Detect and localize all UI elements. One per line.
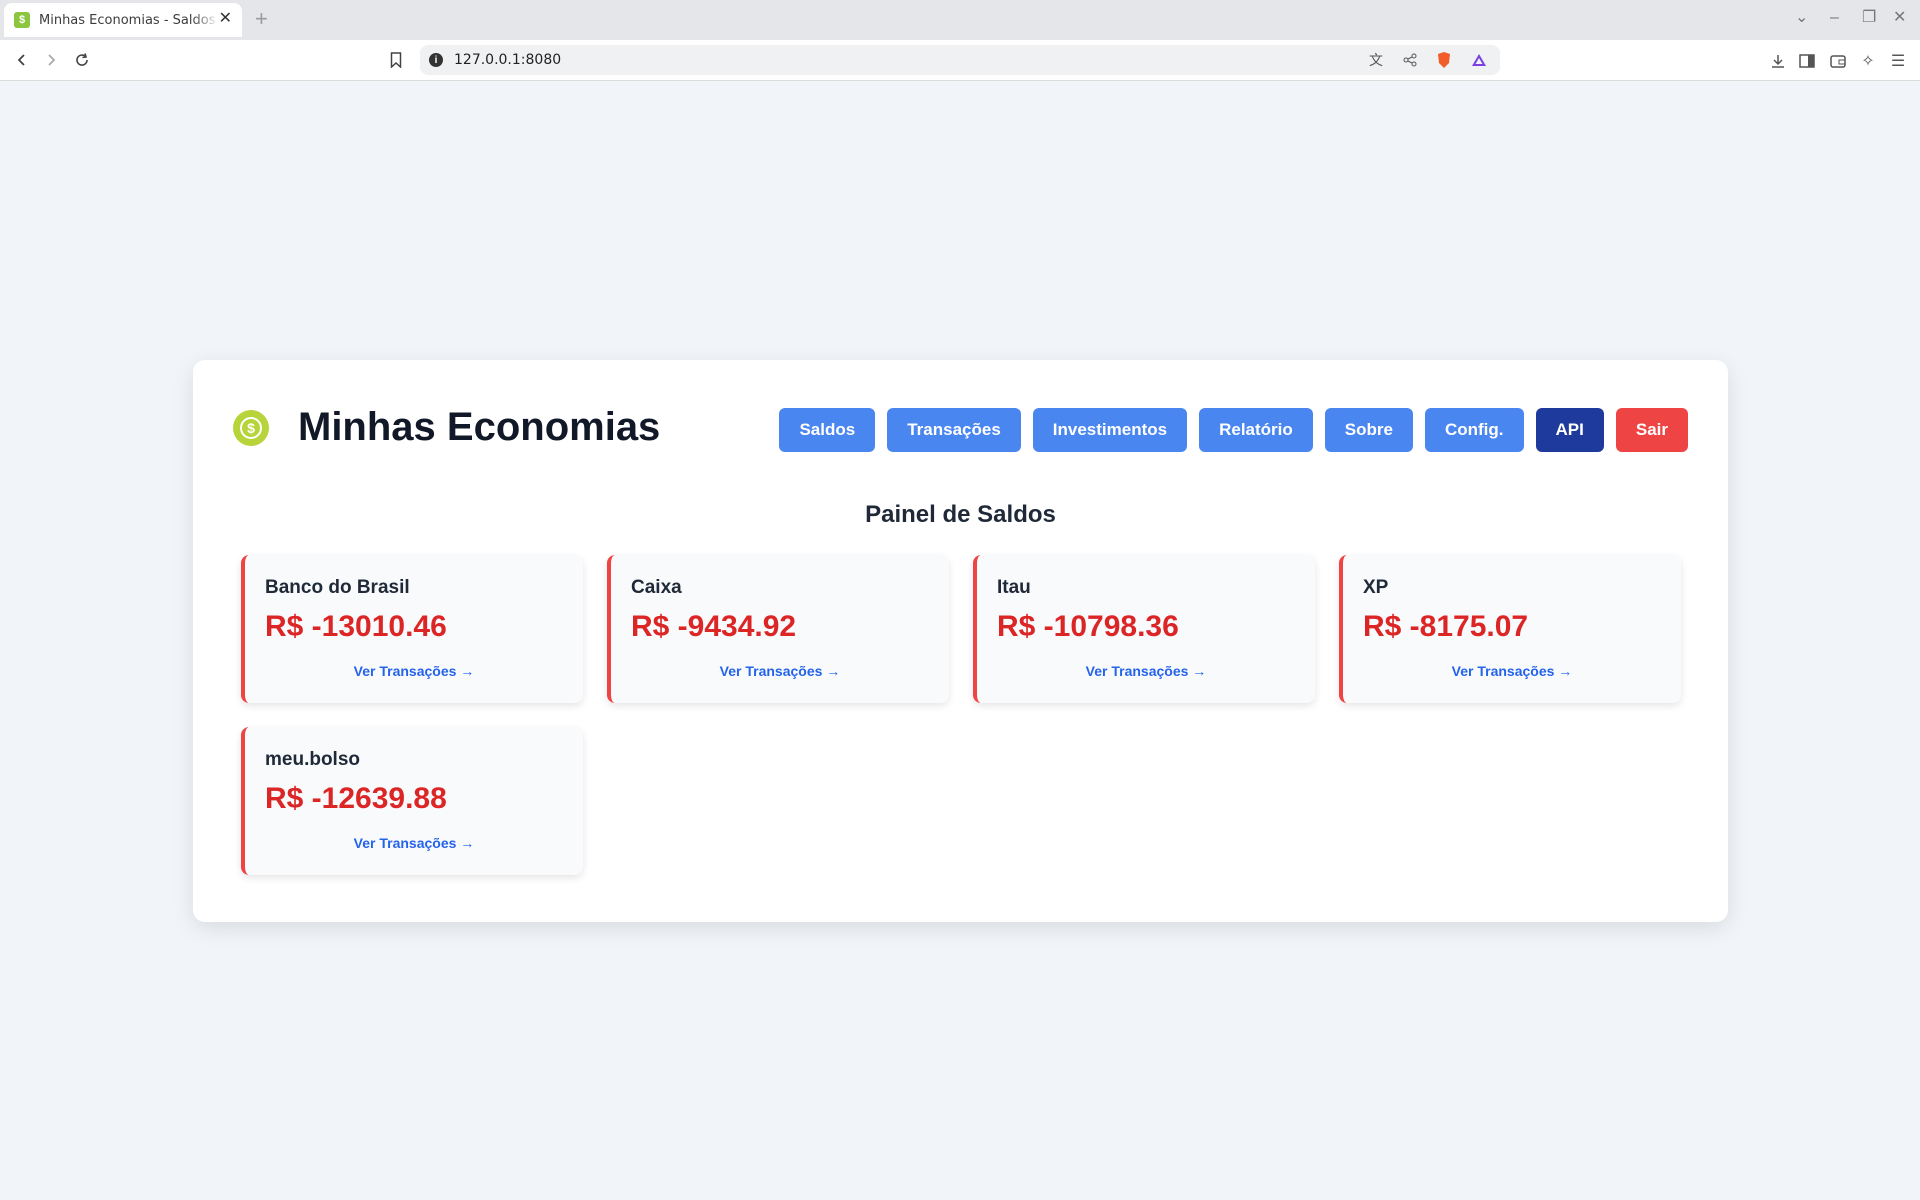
new-tab-icon[interactable]: + [255, 8, 268, 30]
reload-icon[interactable] [71, 49, 93, 71]
main-container: $ Minhas Economias Saldos Transações Inv… [193, 360, 1728, 922]
leo-ai-icon[interactable]: ✧ [1858, 51, 1878, 71]
view-transactions-link[interactable]: Ver Transações → [611, 663, 949, 679]
nav-api-button[interactable]: API [1535, 408, 1604, 452]
url-text[interactable]: 127.0.0.1:8080 [454, 52, 561, 68]
view-transactions-link[interactable]: Ver Transações → [977, 663, 1315, 679]
account-balance: R$ -10798.36 [997, 610, 1179, 643]
browser-toolbar: i 127.0.0.1:8080 文 ✧ ☰ [0, 40, 1920, 81]
dollar-logo-icon: $ [233, 410, 269, 446]
account-name: Banco do Brasil [265, 577, 410, 598]
account-balance: R$ -8175.07 [1363, 610, 1529, 643]
balance-card: Caixa R$ -9434.92 Ver Transações → [607, 555, 949, 703]
account-name: meu.bolso [265, 749, 361, 770]
address-bar[interactable]: i 127.0.0.1:8080 文 [420, 45, 1500, 75]
back-arrow-icon[interactable] [11, 49, 33, 71]
bookmark-icon[interactable] [385, 49, 407, 71]
forward-arrow-icon[interactable] [40, 49, 62, 71]
nav-investimentos-button[interactable]: Investimentos [1032, 408, 1188, 452]
account-name: Caixa [631, 577, 682, 598]
brave-shield-icon[interactable] [1436, 52, 1452, 68]
balance-grid: Banco do Brasil R$ -13010.46 Ver Transaç… [241, 555, 1681, 875]
view-transactions-link[interactable]: Ver Transações → [245, 663, 583, 679]
menu-icon[interactable]: ☰ [1888, 51, 1908, 71]
downloads-icon[interactable] [1768, 51, 1788, 71]
site-info-icon[interactable]: i [429, 53, 443, 67]
tab-list-chevron-icon[interactable]: ⌄ [1795, 10, 1808, 26]
account-balance: R$ -12639.88 [265, 782, 447, 815]
brave-rewards-icon[interactable] [1471, 52, 1487, 68]
browser-tab-bar: $ Minhas Economias - Saldos ✕ + ⌄ – ❐ ✕ [0, 0, 1920, 40]
account-name: Itau [997, 577, 1031, 598]
nav-sobre-button[interactable]: Sobre [1324, 408, 1413, 452]
sidebar-icon[interactable] [1797, 51, 1817, 71]
main-nav: Saldos Transações Investimentos Relatóri… [779, 408, 1688, 452]
app-title: Minhas Economias [298, 405, 661, 449]
restore-icon[interactable]: ❐ [1862, 10, 1876, 26]
nav-relatorio-button[interactable]: Relatório [1199, 408, 1313, 452]
balance-card: Itau R$ -10798.36 Ver Transações → [973, 555, 1315, 703]
account-name: XP [1363, 577, 1389, 598]
nav-config-button[interactable]: Config. [1424, 408, 1524, 452]
balance-card: XP R$ -8175.07 Ver Transações → [1339, 555, 1681, 703]
window-close-icon[interactable]: ✕ [1893, 10, 1906, 26]
browser-tab[interactable]: $ Minhas Economias - Saldos ✕ [4, 3, 242, 37]
view-transactions-link[interactable]: Ver Transações → [245, 835, 583, 851]
nav-saldos-button[interactable]: Saldos [779, 408, 876, 452]
tab-close-icon[interactable]: ✕ [219, 11, 232, 27]
tab-title: Minhas Economias - Saldos [39, 12, 216, 28]
share-icon[interactable] [1402, 52, 1418, 68]
nav-transacoes-button[interactable]: Transações [887, 408, 1021, 452]
minimize-icon[interactable]: – [1830, 10, 1839, 26]
page-title: Painel de Saldos [865, 501, 1056, 528]
translate-icon[interactable]: 文 [1368, 52, 1384, 68]
balance-card: meu.bolso R$ -12639.88 Ver Transações → [241, 727, 583, 875]
logout-button[interactable]: Sair [1615, 408, 1688, 452]
wallet-icon[interactable] [1828, 51, 1848, 71]
balance-card: Banco do Brasil R$ -13010.46 Ver Transaç… [241, 555, 583, 703]
view-transactions-link[interactable]: Ver Transações → [1343, 663, 1681, 679]
app-favicon-icon: $ [14, 12, 30, 28]
account-balance: R$ -13010.46 [265, 610, 447, 643]
account-balance: R$ -9434.92 [631, 610, 797, 643]
